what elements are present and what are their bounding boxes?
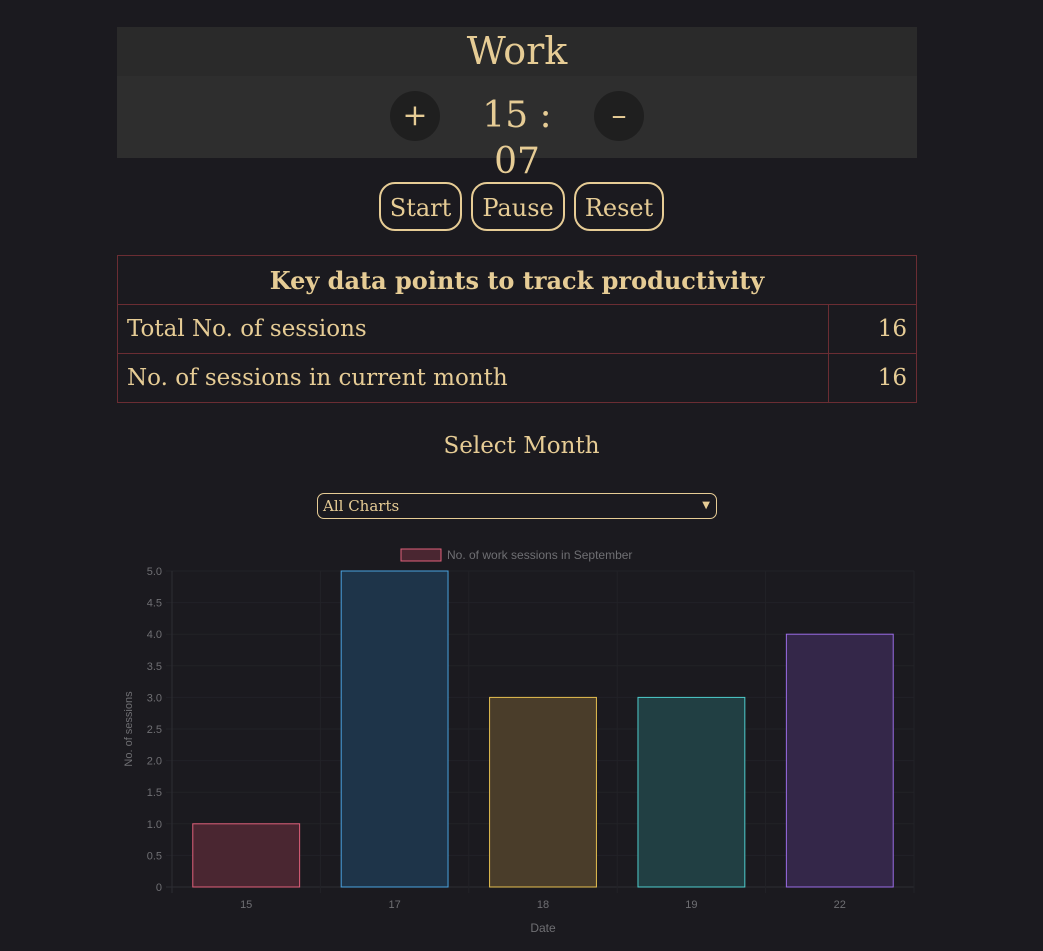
x-tick-label: 15 — [240, 899, 252, 911]
y-axis-label: No. of sessions — [123, 691, 135, 767]
table-row: Total No. of sessions 16 — [117, 304, 917, 354]
start-button[interactable]: Start — [378, 182, 463, 231]
y-tick-label: 0.5 — [147, 850, 162, 862]
decrease-time-button[interactable]: – — [594, 91, 644, 141]
chevron-down-icon: ▼ — [702, 500, 710, 511]
row-label: Total No. of sessions — [117, 304, 829, 354]
y-tick-label: 4.5 — [147, 598, 162, 610]
bar — [340, 570, 449, 888]
row-label: No. of sessions in current month — [117, 353, 829, 403]
y-tick-label: 5.0 — [147, 566, 162, 578]
bar — [637, 696, 746, 888]
y-tick-label: 3.5 — [147, 661, 162, 673]
x-tick-label: 17 — [388, 899, 400, 911]
legend-swatch — [400, 548, 442, 562]
month-select-value: All Charts — [323, 497, 400, 515]
reset-button[interactable]: Reset — [573, 182, 665, 231]
productivity-table: Key data points to track productivity To… — [117, 255, 917, 403]
y-tick-label: 4.0 — [147, 629, 162, 641]
timer-controls: Start Pause Reset — [0, 182, 1043, 231]
row-value: 16 — [828, 353, 917, 403]
y-tick-label: 3.0 — [147, 692, 162, 704]
sessions-bar-chart: 0 0.5 1.0 1.5 2.0 2.5 3.0 3.5 4.0 4.5 5.0 15 17 18 19 2… — [123, 548, 915, 935]
legend-label: No. of work sessions in September — [447, 548, 632, 562]
table-row: No. of sessions in current month 16 — [117, 353, 917, 403]
y-tick-label: 2.5 — [147, 724, 162, 736]
timer-row: + 15 : 07 – — [117, 76, 917, 182]
timer-display: 15 : 07 — [482, 95, 552, 182]
table-heading: Key data points to track productivity — [117, 255, 917, 305]
y-tick-label: 0 — [156, 882, 162, 894]
y-tick-label: 1.0 — [147, 819, 162, 831]
timer-mode-title: Work — [117, 27, 917, 76]
x-tick-label: 18 — [537, 899, 549, 911]
select-month-heading: Select Month — [443, 433, 600, 459]
timer-panel: Work + 15 : 07 – — [117, 27, 917, 182]
bar — [192, 823, 301, 888]
row-value: 16 — [828, 304, 917, 354]
bar — [489, 696, 597, 888]
increase-time-button[interactable]: + — [390, 91, 440, 141]
pause-button[interactable]: Pause — [471, 182, 565, 231]
y-tick-label: 2.0 — [147, 756, 162, 768]
table-header-row: Key data points to track productivity — [117, 255, 917, 305]
y-tick-label: 1.5 — [147, 787, 162, 799]
bar — [785, 633, 894, 888]
x-tick-label: 19 — [685, 899, 697, 911]
month-select[interactable]: All Charts ▼ — [317, 493, 717, 519]
x-axis-label: Date — [530, 921, 556, 935]
x-tick-label: 22 — [834, 899, 846, 911]
